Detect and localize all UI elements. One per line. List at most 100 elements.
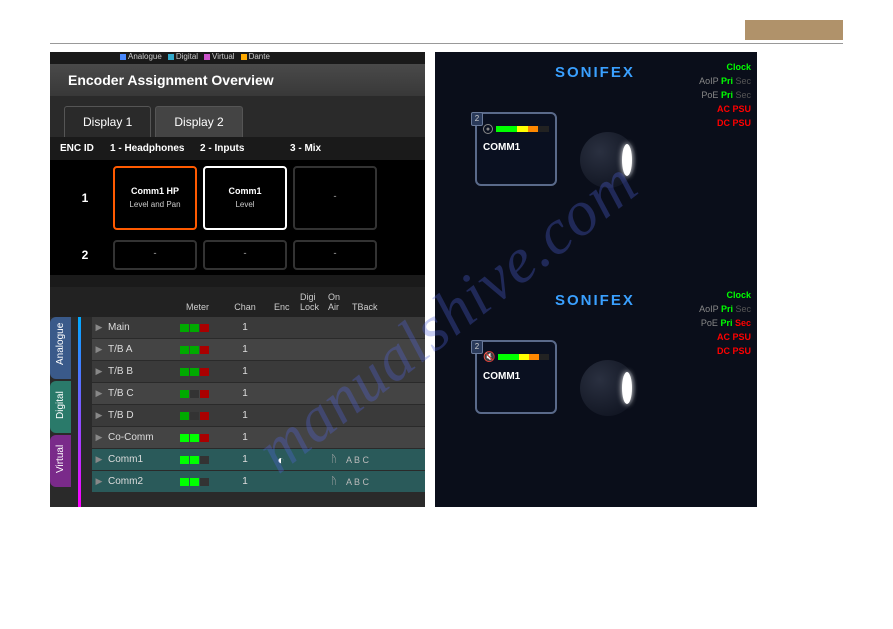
hardware-photo-panel: SONIFEX Clock AoIP Pri Sec PoE Pri Sec A… bbox=[435, 52, 757, 507]
talkback-targets: A B C bbox=[346, 455, 386, 465]
level-meter bbox=[180, 478, 222, 486]
col-digilock: Digi Lock bbox=[294, 292, 322, 312]
brand-logo: SONIFEX bbox=[555, 292, 635, 309]
expand-chevron-icon[interactable]: ▶ bbox=[92, 388, 106, 399]
led-dcpsu: DC PSU bbox=[699, 344, 751, 358]
brand-logo: SONIFEX bbox=[555, 64, 635, 81]
col-chan: Chan bbox=[222, 302, 268, 312]
channel-name: T/B B bbox=[106, 366, 180, 377]
expand-chevron-icon[interactable]: ▶ bbox=[92, 454, 106, 465]
led-clock: Clock bbox=[699, 60, 751, 74]
enc-cell-empty[interactable]: - bbox=[293, 240, 377, 270]
expand-chevron-icon[interactable]: ▶ bbox=[92, 322, 106, 333]
channel-type-legend: Analogue Digital Virtual Dante bbox=[120, 52, 270, 61]
channel-name: Comm2 bbox=[106, 476, 180, 487]
channel-row[interactable]: ▶Co-Comm1 bbox=[92, 427, 425, 449]
speaker-mute-icon: 🔇 bbox=[483, 352, 495, 363]
enc-cell-comm1[interactable]: Comm1 Level bbox=[203, 166, 287, 230]
enc-cell-empty[interactable]: - bbox=[113, 240, 197, 270]
channel-row[interactable]: ▶T/B B 1 bbox=[92, 361, 425, 383]
led-clock: Clock bbox=[699, 288, 751, 302]
encoder-row-2: 2 - - - bbox=[60, 235, 415, 275]
channel-row[interactable]: ▶T/B D 1 bbox=[92, 405, 425, 427]
page-top-rule bbox=[50, 20, 843, 44]
side-tab-analogue[interactable]: Analogue bbox=[50, 317, 71, 379]
col-inputs: 2 - Inputs bbox=[200, 143, 290, 154]
status-leds: Clock AoIP Pri Sec PoE Pri Sec AC PSU DC… bbox=[699, 60, 751, 130]
led-dcpsu: DC PSU bbox=[699, 116, 751, 130]
status-leds: Clock AoIP Pri Sec PoE Pri Sec AC PSU DC… bbox=[699, 288, 751, 358]
enc-cell-empty[interactable]: - bbox=[293, 166, 377, 230]
encoder-index-badge: 2 bbox=[471, 340, 483, 354]
channel-row[interactable]: ▶Comm2 1 ᚤA B C bbox=[92, 471, 425, 493]
channel-name: Main bbox=[106, 322, 180, 333]
encoder-grid-header: ENC ID 1 - Headphones 2 - Inputs 3 - Mix bbox=[50, 137, 425, 160]
enc-row-id: 2 bbox=[60, 248, 110, 262]
level-meter bbox=[180, 412, 222, 420]
channel-row[interactable]: ▶Main 1 bbox=[92, 317, 425, 339]
side-tabs: Analogue Digital Virtual bbox=[50, 317, 78, 507]
channel-row[interactable]: ▶T/B A 1 bbox=[92, 339, 425, 361]
channel-name: T/B D bbox=[106, 410, 180, 421]
enc-cell-empty[interactable]: - bbox=[203, 240, 287, 270]
expand-chevron-icon[interactable]: ▶ bbox=[92, 344, 106, 355]
enc-cell-comm1-hp[interactable]: Comm1 HP Level and Pan bbox=[113, 166, 197, 230]
channel-number: 1 bbox=[222, 388, 268, 399]
channel-row[interactable]: ▶Comm11◐ᚤA B C bbox=[92, 449, 425, 471]
level-indicator-icon: ● bbox=[483, 124, 493, 134]
header-accent bbox=[745, 20, 843, 40]
expand-chevron-icon[interactable]: ▶ bbox=[92, 432, 106, 443]
hardware-bottom: SONIFEX Clock AoIP Pri Sec PoE Pri Sec A… bbox=[435, 280, 757, 508]
col-onair: On Air bbox=[322, 292, 346, 312]
channel-number: 1 bbox=[222, 344, 268, 355]
encoder-screen-label: COMM1 bbox=[483, 142, 549, 153]
talkback-targets: A B C bbox=[346, 477, 386, 487]
channel-number: 1 bbox=[222, 366, 268, 377]
channel-type-colorbar bbox=[78, 317, 81, 507]
onair-antenna-icon: ᚤ bbox=[322, 454, 346, 465]
channel-name: T/B C bbox=[106, 388, 180, 399]
channel-table: Analogue Digital Virtual Meter Chan Enc … bbox=[50, 287, 425, 507]
encoder-oled-screen: 2 🔇 COMM1 bbox=[475, 340, 557, 414]
display-tabs: Display 1 Display 2 bbox=[50, 96, 425, 137]
tab-display-2[interactable]: Display 2 bbox=[155, 106, 242, 137]
channel-number: 1 bbox=[222, 410, 268, 421]
led-acpsu: AC PSU bbox=[699, 102, 751, 116]
encoder-row-1: 1 Comm1 HP Level and Pan Comm1 Level - bbox=[60, 160, 415, 235]
hardware-top: SONIFEX Clock AoIP Pri Sec PoE Pri Sec A… bbox=[435, 52, 757, 280]
led-acpsu: AC PSU bbox=[699, 330, 751, 344]
col-meter: Meter bbox=[180, 302, 222, 312]
level-meter bbox=[180, 346, 222, 354]
enc-row-id: 1 bbox=[60, 191, 110, 205]
rotary-encoder-knob[interactable] bbox=[580, 132, 636, 188]
expand-chevron-icon[interactable]: ▶ bbox=[92, 476, 106, 487]
expand-chevron-icon[interactable]: ▶ bbox=[92, 410, 106, 421]
encoder-grid: 1 Comm1 HP Level and Pan Comm1 Level - 2 bbox=[50, 160, 425, 275]
side-tab-virtual[interactable]: Virtual bbox=[50, 435, 71, 487]
channel-number: 1 bbox=[222, 454, 268, 465]
mini-level-meter bbox=[498, 354, 549, 360]
channel-table-head: Meter Chan Enc Digi Lock On Air TBack bbox=[50, 287, 425, 317]
channel-name: T/B A bbox=[106, 344, 180, 355]
expand-chevron-icon[interactable]: ▶ bbox=[92, 366, 106, 377]
level-meter bbox=[180, 434, 222, 442]
section-header: Encoder Assignment Overview bbox=[50, 64, 425, 96]
onair-antenna-icon: ᚤ bbox=[322, 476, 346, 487]
level-meter bbox=[180, 390, 222, 398]
channel-row[interactable]: ▶T/B C 1 bbox=[92, 383, 425, 405]
rotary-encoder-knob[interactable] bbox=[580, 360, 636, 416]
mini-level-meter bbox=[496, 126, 549, 132]
level-meter bbox=[180, 368, 222, 376]
encoder-oled-screen: 2 ● COMM1 bbox=[475, 112, 557, 186]
channel-name: Comm1 bbox=[106, 454, 180, 465]
encoder-index-badge: 2 bbox=[471, 112, 483, 126]
side-tab-digital[interactable]: Digital bbox=[50, 381, 71, 433]
col-tback: TBack bbox=[346, 302, 386, 312]
level-meter bbox=[180, 324, 222, 332]
channel-number: 1 bbox=[222, 476, 268, 487]
col-headphones: 1 - Headphones bbox=[110, 143, 200, 154]
section-title: Encoder Assignment Overview bbox=[68, 72, 407, 88]
channel-name: Co-Comm bbox=[106, 432, 180, 443]
channel-number: 1 bbox=[222, 322, 268, 333]
tab-display-1[interactable]: Display 1 bbox=[64, 106, 151, 137]
